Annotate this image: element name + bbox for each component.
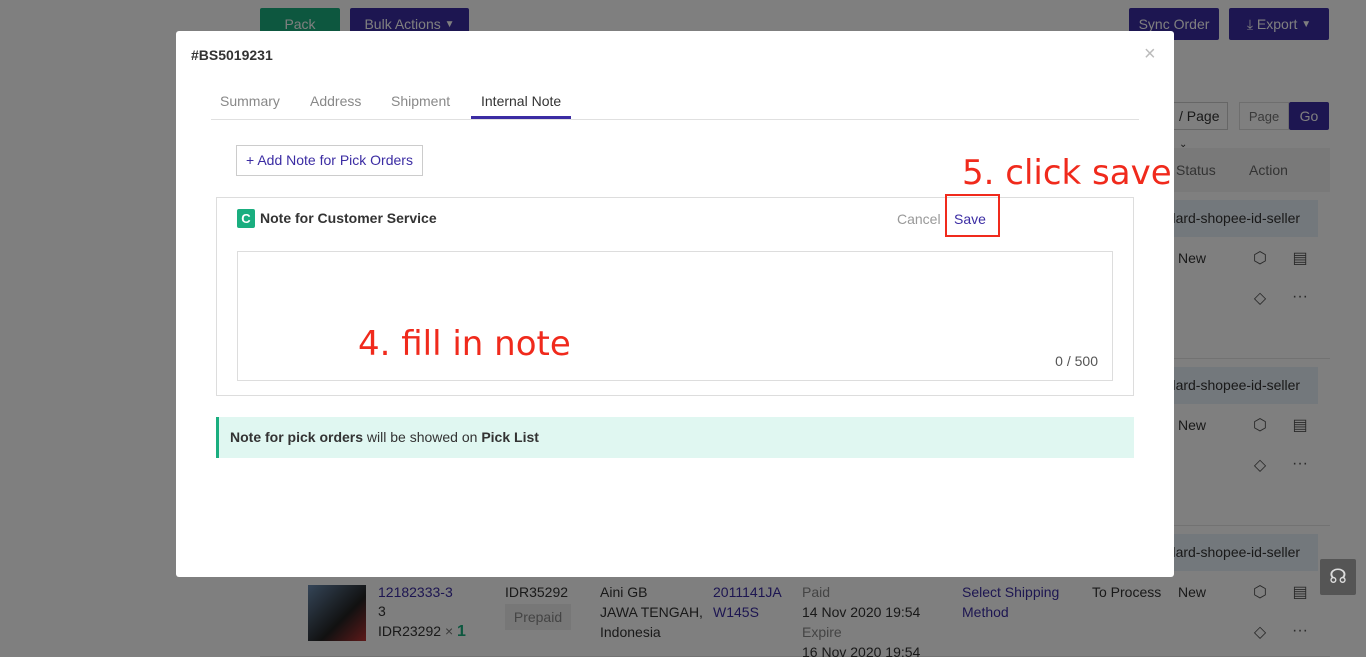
active-tab-indicator [471,116,571,119]
tab-address[interactable]: Address [310,93,361,109]
note-type-badge: C [237,209,255,228]
note-card-title: Note for Customer Service [260,210,437,226]
tab-summary[interactable]: Summary [220,93,280,109]
character-counter: 0 / 500 [1055,353,1098,369]
support-headset-icon[interactable]: ☊ [1320,559,1356,595]
close-icon[interactable]: × [1144,43,1156,66]
tab-shipment[interactable]: Shipment [391,93,450,109]
annotation-step5: 5. click save [962,153,1172,193]
tab-internal-note[interactable]: Internal Note [481,93,561,109]
cancel-button[interactable]: Cancel [897,211,941,227]
add-note-pick-orders-button[interactable]: + Add Note for Pick Orders [236,145,423,176]
annotation-save-highlight [945,194,1000,237]
modal-title: #BS5019231 [191,47,273,63]
info-banner: Note for pick orders will be showed on P… [216,417,1134,458]
annotation-step4: 4. fill in note [358,324,571,364]
order-modal: #BS5019231 × Summary Address Shipment In… [176,31,1174,577]
tabs-divider [211,119,1139,120]
